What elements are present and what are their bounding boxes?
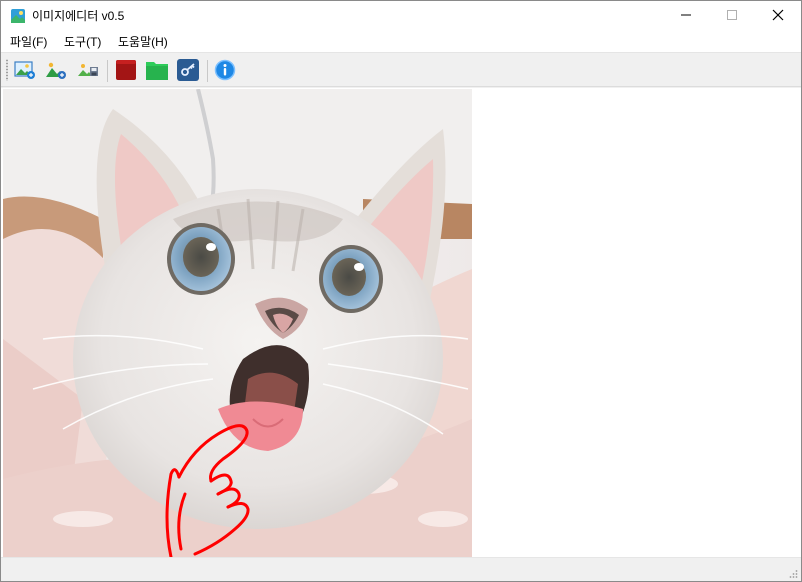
menu-bar: 파일(F) 도구(T) 도움말(H) <box>1 31 801 53</box>
menu-file[interactable]: 파일(F) <box>8 34 49 50</box>
key-icon <box>177 58 199 84</box>
maximize-icon <box>727 9 737 23</box>
image-editor-app-icon <box>10 8 26 24</box>
menu-help[interactable]: 도움말(H) <box>116 34 170 50</box>
save-image-button[interactable] <box>75 58 101 84</box>
window-title: 이미지에디터 v0.5 <box>32 9 125 23</box>
menu-tools[interactable]: 도구(T) <box>62 34 103 50</box>
toolbar-grip[interactable] <box>6 59 8 81</box>
add-image-button[interactable] <box>43 58 69 84</box>
close-icon <box>772 9 784 24</box>
status-bar <box>1 557 801 581</box>
title-bar[interactable]: 이미지에디터 v0.5 <box>1 1 801 31</box>
info-button[interactable] <box>212 58 238 84</box>
minimize-icon <box>681 9 691 23</box>
add-image-icon <box>45 60 67 83</box>
cat-photo <box>3 89 472 557</box>
green-color-icon <box>145 59 169 84</box>
toolbar-separator <box>207 60 208 82</box>
red-color-icon <box>115 59 137 84</box>
key-button[interactable] <box>175 58 201 84</box>
close-button[interactable] <box>755 1 801 31</box>
resize-grip-icon[interactable] <box>788 568 798 578</box>
red-color-button[interactable] <box>113 58 139 84</box>
save-image-icon <box>77 60 99 83</box>
app-window: 이미지에디터 v0.5 파일(F) 도구(T) 도움말(H) <box>0 0 802 582</box>
image-canvas[interactable] <box>1 88 801 557</box>
toolbar-separator <box>107 60 108 82</box>
open-image-button[interactable] <box>12 58 38 84</box>
minimize-button[interactable] <box>663 1 709 31</box>
maximize-button[interactable] <box>709 1 755 31</box>
green-folder-button[interactable] <box>144 58 170 84</box>
open-image-icon <box>14 60 36 83</box>
toolbar <box>1 54 801 87</box>
info-icon <box>214 59 236 84</box>
